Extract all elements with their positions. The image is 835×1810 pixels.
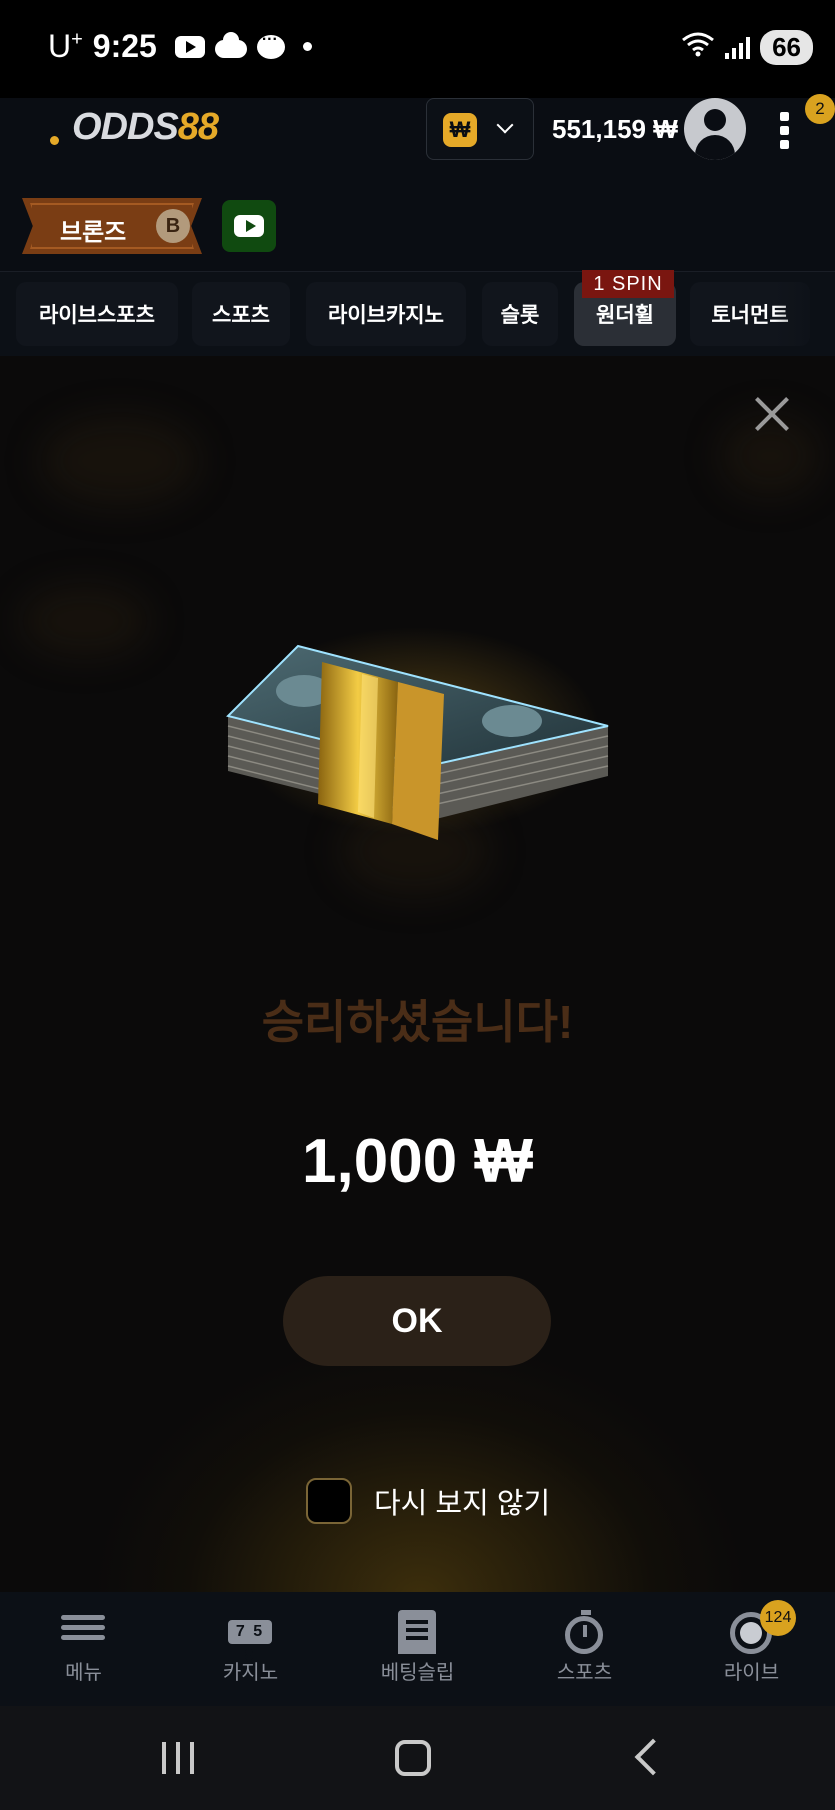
tab-slots[interactable]: 슬롯 bbox=[482, 282, 558, 346]
bottom-nav-casino[interactable]: 7 5 8 카지노 bbox=[167, 1592, 334, 1706]
bottom-nav: 메뉴 7 5 8 카지노 베팅슬립 스포츠 124 라이브 bbox=[0, 1592, 835, 1706]
home-icon[interactable] bbox=[395, 1740, 431, 1776]
dont-show-again[interactable]: 다시 보지 않기 bbox=[306, 1478, 550, 1524]
level-row: 브론즈 B bbox=[0, 186, 835, 272]
won-currency-icon: ₩ bbox=[443, 113, 477, 147]
signal-strength-icon bbox=[725, 36, 751, 59]
bottom-nav-label: 카지노 bbox=[222, 1662, 279, 1684]
background-glow bbox=[90, 1336, 750, 1592]
youtube-notification-icon bbox=[174, 35, 205, 58]
more-notifications-dot-icon bbox=[302, 42, 312, 51]
back-icon[interactable] bbox=[634, 1738, 672, 1776]
more-options-icon[interactable] bbox=[780, 112, 790, 149]
stopwatch-icon bbox=[559, 1610, 609, 1654]
tab-live-casino[interactable]: 라이브카지노 bbox=[306, 282, 466, 346]
status-bar-left: U+ 9:25 bbox=[48, 28, 312, 65]
close-icon[interactable] bbox=[752, 394, 792, 434]
slot-machine-icon: 7 5 8 bbox=[225, 1610, 275, 1664]
tabs-fade bbox=[775, 272, 835, 356]
rank-ribbon[interactable]: 브론즈 B bbox=[22, 198, 202, 254]
background-blur bbox=[20, 586, 150, 656]
battery-indicator: 66 bbox=[760, 30, 813, 65]
status-bar-right: 66 bbox=[681, 30, 813, 65]
carrier-label: U+ bbox=[48, 28, 83, 64]
bottom-nav-label: 베팅슬립 bbox=[380, 1662, 455, 1684]
cloud-icon bbox=[214, 31, 247, 58]
spin-badge: 1 SPIN bbox=[582, 270, 674, 298]
wallet-balance[interactable]: 551,159 ₩ bbox=[552, 114, 678, 145]
user-avatar-icon[interactable] bbox=[684, 98, 746, 160]
recent-apps-icon[interactable] bbox=[162, 1742, 194, 1774]
bottom-nav-menu[interactable]: 메뉴 bbox=[0, 1592, 167, 1706]
bet-slip-icon bbox=[392, 1610, 442, 1654]
app-header: ODDS88 ₩ 551,159 ₩ 2 bbox=[0, 94, 835, 186]
status-bar: U+ 9:25 66 bbox=[0, 0, 835, 98]
bottom-nav-betslip[interactable]: 베팅슬립 bbox=[334, 1592, 501, 1706]
clock: 9:25 bbox=[92, 28, 157, 64]
prize-amount: 1,000 ₩ bbox=[302, 1127, 533, 1196]
bottom-nav-live[interactable]: 124 라이브 bbox=[668, 1592, 835, 1706]
dont-show-checkbox[interactable] bbox=[306, 1478, 352, 1524]
background-blur bbox=[40, 416, 200, 506]
live-count-badge: 124 bbox=[760, 1600, 796, 1636]
rank-label: 브론즈 bbox=[60, 219, 127, 246]
logo-dot bbox=[50, 136, 59, 145]
ok-button[interactable]: OK bbox=[283, 1276, 551, 1366]
win-title: 승리하셨습니다! bbox=[261, 996, 574, 1048]
win-modal: 승리하셨습니다! 1,000 ₩ OK 다시 보지 않기 bbox=[0, 356, 835, 1592]
bottom-nav-label: 스포츠 bbox=[556, 1662, 613, 1684]
bottom-nav-label: 메뉴 bbox=[65, 1662, 102, 1684]
chat-notification-icon bbox=[256, 31, 285, 59]
tab-live-sports[interactable]: 라이브스포츠 bbox=[16, 282, 178, 346]
bottom-nav-sports[interactable]: 스포츠 bbox=[501, 1592, 668, 1706]
currency-selector[interactable]: ₩ bbox=[426, 98, 534, 160]
category-tabs: 라이브스포츠 스포츠 라이브카지노 슬롯 원더휠 토너먼트 bbox=[0, 272, 835, 356]
dont-show-label: 다시 보지 않기 bbox=[374, 1488, 551, 1520]
menu-icon bbox=[58, 1610, 108, 1654]
bottom-nav-label: 라이브 bbox=[723, 1662, 780, 1684]
notification-badge: 2 bbox=[805, 94, 835, 124]
tab-sports[interactable]: 스포츠 bbox=[192, 282, 290, 346]
youtube-button[interactable] bbox=[222, 200, 276, 252]
chevron-down-icon bbox=[496, 116, 514, 134]
wifi-icon bbox=[681, 31, 715, 64]
rank-badge-icon: B bbox=[156, 209, 190, 243]
brand-logo[interactable]: ODDS88 bbox=[72, 106, 219, 149]
money-stack-image bbox=[212, 606, 622, 856]
system-navigation-bar bbox=[0, 1706, 835, 1810]
